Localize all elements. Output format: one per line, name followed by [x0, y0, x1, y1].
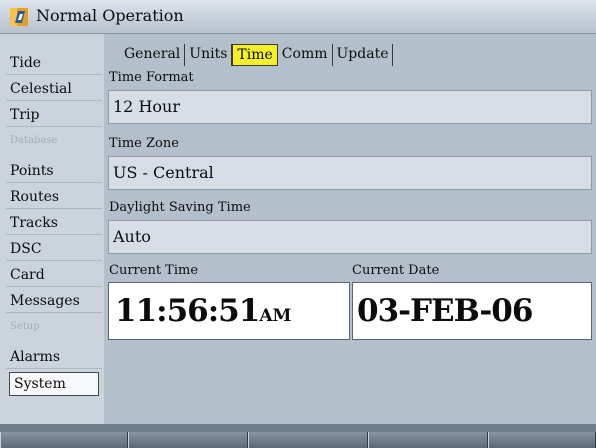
title-bar: Normal Operation: [0, 0, 596, 34]
softkey-1[interactable]: [0, 432, 128, 448]
window-title: Normal Operation: [36, 6, 184, 25]
current-date-value: 03-FEB-06: [357, 293, 533, 329]
sidebar-item-system[interactable]: System: [9, 372, 99, 396]
current-time-display: 11:56:51AM: [108, 282, 350, 340]
tab-general[interactable]: General: [120, 44, 186, 66]
sidebar-item-tracks[interactable]: Tracks: [6, 212, 102, 235]
sidebar-item-points[interactable]: Points: [6, 160, 102, 183]
softkey-4[interactable]: [368, 432, 488, 448]
current-time-label: Current Time: [109, 263, 199, 278]
time-format-field[interactable]: 12 Hour: [108, 90, 592, 124]
sidebar-item-tide[interactable]: Tide: [6, 52, 102, 75]
tab-bar: General Units Time Comm Update: [120, 44, 394, 66]
sidebar-item-card[interactable]: Card: [6, 264, 102, 287]
softkey-2[interactable]: [128, 432, 248, 448]
garmin-gps-icon: [10, 8, 28, 26]
time-zone-label: Time Zone: [109, 136, 179, 151]
tab-time[interactable]: Time: [232, 44, 278, 66]
tab-update[interactable]: Update: [333, 44, 394, 66]
softkey-5[interactable]: [488, 432, 596, 448]
sidebar-item-celestial[interactable]: Celestial: [6, 78, 102, 101]
current-date-display: 03-FEB-06: [352, 282, 592, 340]
current-time-value: 11:56:51: [115, 293, 260, 329]
current-date-label: Current Date: [352, 263, 440, 278]
sidebar-heading-setup: Setup: [10, 321, 40, 332]
softkey-3[interactable]: [248, 432, 368, 448]
time-zone-field[interactable]: US - Central: [108, 156, 592, 190]
sidebar: Tide Celestial Trip Database Points Rout…: [0, 34, 104, 424]
softkey-bar: [0, 432, 596, 448]
time-format-label: Time Format: [109, 70, 194, 85]
sidebar-item-messages[interactable]: Messages: [6, 290, 102, 313]
current-time-ampm: AM: [259, 306, 292, 326]
sidebar-item-routes[interactable]: Routes: [6, 186, 102, 209]
daylight-saving-label: Daylight Saving Time: [109, 200, 251, 215]
daylight-saving-field[interactable]: Auto: [108, 220, 592, 254]
sidebar-item-dsc[interactable]: DSC: [6, 238, 102, 261]
sidebar-item-alarms[interactable]: Alarms: [6, 346, 102, 369]
tab-comm[interactable]: Comm: [278, 44, 333, 66]
sidebar-heading-database: Database: [10, 135, 58, 146]
tab-units[interactable]: Units: [185, 44, 233, 66]
sidebar-item-trip[interactable]: Trip: [6, 104, 102, 127]
system-time-panel: General Units Time Comm Update Time Form…: [104, 34, 596, 424]
